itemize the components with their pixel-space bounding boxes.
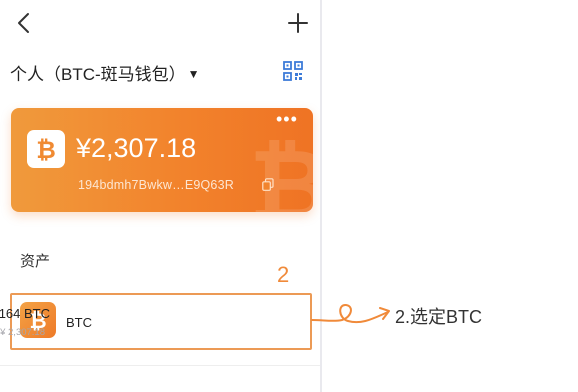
wallet-selector[interactable]: 个人（BTC-斑马钱包） ▼	[10, 60, 200, 85]
annotation-label: 2.选定BTC	[395, 307, 483, 327]
copy-icon[interactable]	[262, 178, 274, 191]
assets-section-title: 资产	[20, 253, 51, 270]
wallet-address: 194bdmh7Bwkw…E9Q63R	[78, 178, 234, 192]
annotation-step-number: 2	[277, 262, 290, 287]
annotation-arrow-icon	[311, 304, 390, 324]
qr-code-icon[interactable]	[283, 61, 303, 81]
wallet-title: 个人（BTC-斑马钱包）	[10, 65, 186, 84]
svg-text:₿: ₿	[249, 132, 313, 212]
wallet-balance: ¥2,307.18	[76, 133, 197, 163]
more-options-button[interactable]: •••	[276, 110, 298, 128]
svg-text:₿: ₿	[36, 136, 56, 164]
caret-down-icon: ▼	[187, 67, 200, 81]
bitcoin-watermark-icon: ₿	[249, 132, 313, 212]
wallet-screen: 个人（BTC-斑马钱包） ▼ ₿ ••• ₿ ¥2,307.18 194bdmh7…	[0, 0, 320, 392]
asset-name: BTC	[66, 315, 92, 330]
asset-amount: 0.3164 BTC	[0, 306, 50, 321]
add-icon[interactable]	[286, 11, 310, 35]
bitcoin-logo-icon: ₿	[27, 130, 65, 168]
asset-fiat-value: ¥ 2,307.18	[0, 327, 45, 338]
divider	[0, 365, 320, 366]
back-icon[interactable]	[14, 10, 36, 36]
